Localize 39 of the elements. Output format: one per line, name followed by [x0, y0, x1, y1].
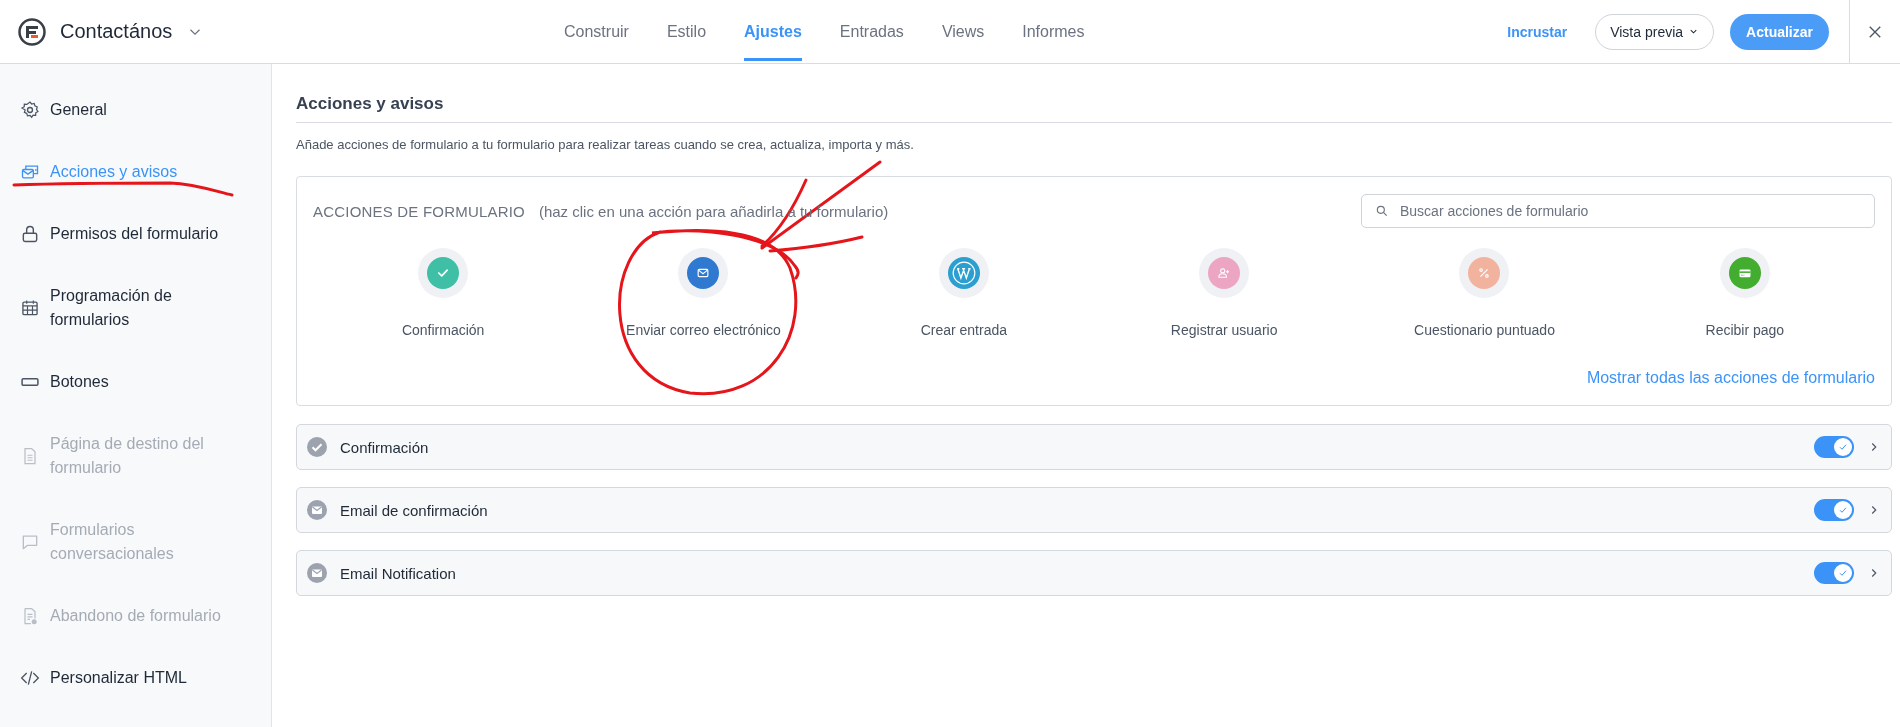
nav-tab[interactable]: Construir: [545, 2, 648, 61]
sidebar-item[interactable]: Botones: [0, 351, 271, 413]
action-row[interactable]: Email Notification: [296, 550, 1892, 596]
form-title: Contactános: [60, 20, 173, 43]
nav-tab[interactable]: Informes: [1003, 2, 1104, 61]
action-option[interactable]: Registrar usuario: [1094, 248, 1355, 338]
envelope-icon: [307, 563, 327, 583]
gear-icon: [20, 100, 40, 120]
check-icon: [307, 437, 327, 457]
sidebar-item[interactable]: Programación de formularios: [0, 265, 271, 351]
check-icon: [1837, 441, 1849, 453]
nav-tab[interactable]: Estilo: [647, 2, 726, 61]
calendar-icon: [20, 298, 40, 318]
action-option[interactable]: Cuestionario puntuado: [1354, 248, 1615, 338]
nav-tab[interactable]: Entradas: [820, 2, 923, 61]
toggle-switch[interactable]: [1814, 562, 1854, 584]
envelope-icon: [307, 500, 327, 520]
code-icon: [20, 668, 40, 688]
action-option[interactable]: Crear entrada: [833, 248, 1094, 338]
section-description: Añade acciones de formulario a tu formulario para realizar tareas cuando se crea, actualiza, importa y más.: [296, 137, 915, 152]
sidebar-item[interactable]: Permisos del formulario: [0, 203, 271, 265]
nav-tab[interactable]: Views: [922, 2, 1004, 61]
panel-heading: ACCIONES DE FORMULARIO: [313, 202, 525, 220]
toggle-switch[interactable]: [1814, 499, 1854, 521]
sidebar-item[interactable]: General: [0, 79, 271, 141]
lock-icon: [20, 224, 40, 244]
action-option[interactable]: Enviar correo electrónico: [573, 248, 834, 338]
logo-icon: [18, 17, 46, 46]
action-row[interactable]: Confirmación: [296, 424, 1892, 470]
action-row[interactable]: Email de confirmación: [296, 487, 1892, 533]
search-field[interactable]: Buscar acciones de formulario: [1361, 194, 1875, 228]
action-option[interactable]: Confirmación: [313, 248, 574, 338]
toggle-switch[interactable]: [1814, 436, 1854, 458]
check-icon: [1837, 567, 1849, 579]
check-icon: [1837, 504, 1849, 516]
action-option[interactable]: Recibir pago: [1614, 248, 1875, 338]
section-title: Acciones y avisos: [296, 94, 1892, 123]
sidebar-item[interactable]: Personalizar HTML: [0, 647, 271, 709]
preview-button[interactable]: Vista previa: [1595, 13, 1715, 50]
